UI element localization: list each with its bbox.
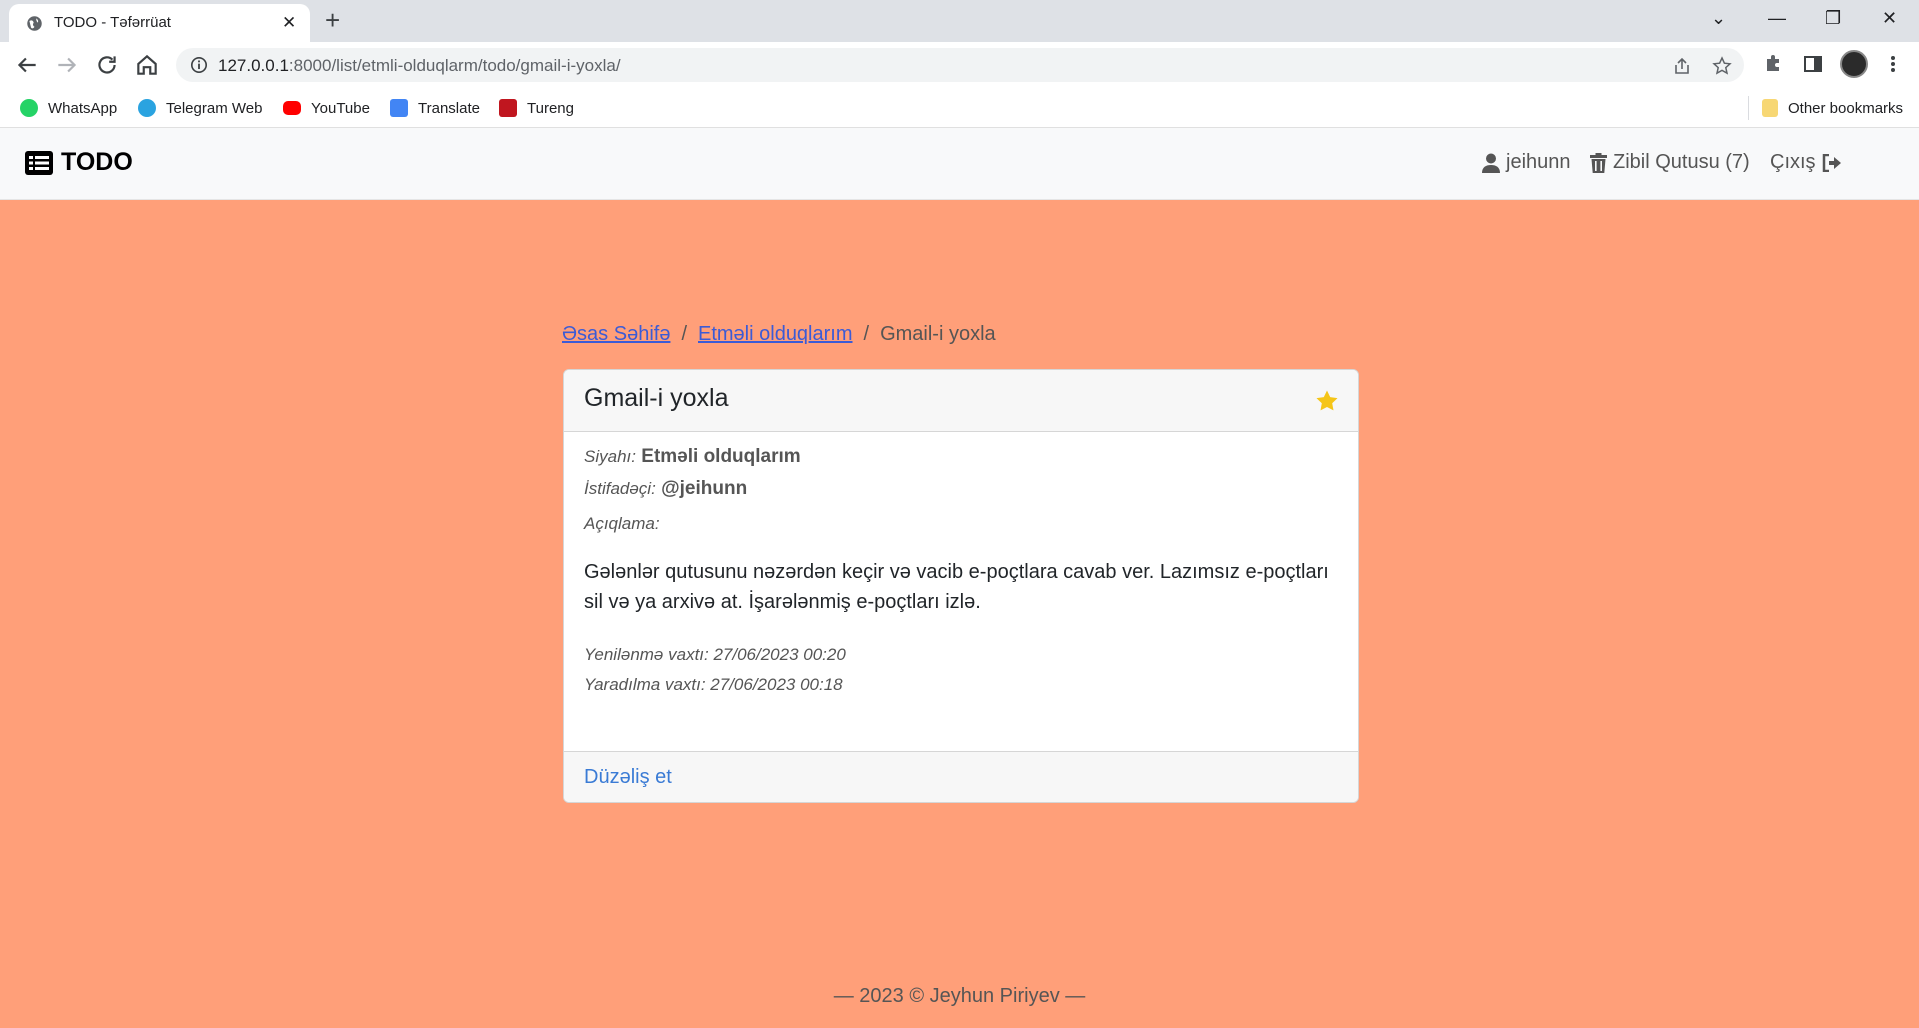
trash-link[interactable]: Zibil Qutusu (7): [1590, 151, 1750, 174]
timestamps: Yenilənmə vaxtı: 27/06/2023 00:20 Yaradı…: [584, 640, 1338, 700]
bookmark-telegram[interactable]: Telegram Web: [138, 97, 262, 119]
updated-time: Yenilənmə vaxtı: 27/06/2023 00:20: [584, 645, 846, 664]
url-host: 127.0.0.1: [218, 56, 289, 75]
reload-icon[interactable]: [94, 52, 120, 78]
breadcrumb-current: Gmail-i yoxla: [880, 323, 996, 345]
app-navbar: TODO jeihunn Zibil Qutusu (7) Çıxış: [0, 128, 1919, 200]
translate-icon: [390, 99, 408, 117]
minimize-icon[interactable]: —: [1768, 8, 1786, 29]
star-icon[interactable]: [1315, 389, 1339, 413]
user-icon: [1482, 153, 1500, 173]
user-name: jeihunn: [1506, 151, 1571, 173]
todo-user-row: İstifadəçi: @jeihunn: [584, 478, 1338, 500]
youtube-icon: [283, 101, 301, 115]
other-bookmarks[interactable]: Other bookmarks: [1762, 97, 1903, 119]
breadcrumb-home-link[interactable]: Əsas Səhifə: [562, 323, 670, 346]
list-label: Siyahı:: [584, 447, 636, 466]
todo-list-row: Siyahı: Etməli olduqlarım: [584, 446, 1338, 468]
todo-title: Gmail-i yoxla: [584, 384, 729, 412]
menu-kebab-icon[interactable]: [1882, 53, 1904, 75]
globe-icon: [27, 16, 42, 31]
sign-out-icon: [1822, 153, 1841, 172]
tab-title: TODO - Təfərrüat: [54, 14, 171, 31]
list-value: Etməli olduqlarım: [641, 446, 801, 467]
bookmark-label: Telegram Web: [166, 99, 263, 117]
card-header: Gmail-i yoxla: [564, 370, 1358, 432]
bookmark-label: Translate: [418, 99, 480, 117]
trash-icon: [1590, 152, 1607, 173]
todo-detail-card: Gmail-i yoxla Siyahı: Etməli olduqlarım …: [563, 369, 1359, 803]
bookmark-tureng[interactable]: Tureng: [499, 97, 574, 119]
bookmarks-bar: WhatsApp Telegram Web YouTube Translate …: [0, 88, 1919, 128]
browser-tab[interactable]: TODO - Təfərrüat ✕: [9, 4, 310, 42]
address-bar[interactable]: 127.0.0.1:8000/list/etmli-olduqlarm/todo…: [176, 48, 1744, 82]
url-text: 127.0.0.1:8000/list/etmli-olduqlarm/todo…: [218, 56, 621, 76]
side-panel-icon[interactable]: [1802, 53, 1824, 75]
profile-avatar[interactable]: [1840, 50, 1868, 78]
breadcrumb-list-link[interactable]: Etməli olduqlarım: [698, 323, 853, 346]
bookmark-whatsapp[interactable]: WhatsApp: [20, 97, 117, 119]
todo-description: Gələnlər qutusunu nəzərdən keçir və vaci…: [584, 561, 1329, 613]
bookmark-star-icon[interactable]: [1712, 56, 1732, 76]
edit-link[interactable]: Düzəliş et: [584, 766, 672, 789]
trash-label: Zibil Qutusu (7): [1613, 151, 1750, 173]
bookmark-label: WhatsApp: [48, 99, 118, 117]
card-body: Siyahı: Etməli olduqlarım İstifadəçi: @j…: [584, 446, 1338, 700]
folder-icon: [1762, 99, 1778, 117]
telegram-icon: [138, 99, 156, 117]
other-bookmarks-label: Other bookmarks: [1788, 99, 1904, 117]
brand-text: TODO: [61, 148, 133, 176]
extensions-icon[interactable]: [1762, 53, 1784, 75]
user-label: İstifadəçi:: [584, 479, 656, 498]
breadcrumb-separator: /: [863, 323, 870, 345]
browser-tabstrip: TODO - Təfərrüat ✕ + ⌄ — ❐ ✕: [0, 0, 1919, 42]
share-icon[interactable]: [1672, 56, 1692, 76]
card-footer: Düzəliş et: [564, 751, 1358, 802]
tab-search-icon[interactable]: ⌄: [1711, 8, 1726, 29]
close-tab-icon[interactable]: ✕: [282, 13, 296, 33]
url-path: :8000/list/etmli-olduqlarm/todo/gmail-i-…: [288, 56, 621, 75]
bookmark-translate[interactable]: Translate: [390, 97, 480, 119]
back-icon[interactable]: [14, 52, 40, 78]
bookmark-label: Tureng: [527, 99, 574, 117]
description-label: Açıqlama:: [584, 514, 660, 533]
forward-icon[interactable]: [54, 52, 80, 78]
tureng-icon: [499, 99, 517, 117]
home-icon[interactable]: [134, 52, 160, 78]
restore-icon[interactable]: ❐: [1825, 8, 1841, 29]
breadcrumb: Əsas Səhifə / Etməli olduqlarım / Gmail-…: [562, 323, 996, 346]
whatsapp-icon: [20, 99, 38, 117]
logout-link[interactable]: Çıxış: [1770, 151, 1848, 174]
bookmark-youtube[interactable]: YouTube: [283, 97, 370, 119]
user-value: @jeihunn: [661, 478, 748, 499]
user-link[interactable]: jeihunn: [1482, 151, 1571, 174]
breadcrumb-separator: /: [681, 323, 687, 345]
brand-link[interactable]: TODO: [25, 148, 133, 177]
created-time: Yaradılma vaxtı: 27/06/2023 00:18: [584, 675, 843, 694]
new-tab-icon[interactable]: +: [325, 7, 340, 33]
list-icon: [25, 150, 53, 175]
window-close-icon[interactable]: ✕: [1882, 8, 1897, 29]
page-footer: — 2023 © Jeyhun Piriyev —: [833, 985, 1086, 1007]
browser-toolbar: 127.0.0.1:8000/list/etmli-olduqlarm/todo…: [0, 42, 1919, 88]
bookmarks-divider: [1748, 96, 1749, 120]
bookmark-label: YouTube: [311, 99, 370, 117]
logout-label: Çıxış: [1770, 151, 1816, 173]
site-info-icon[interactable]: [190, 56, 208, 74]
